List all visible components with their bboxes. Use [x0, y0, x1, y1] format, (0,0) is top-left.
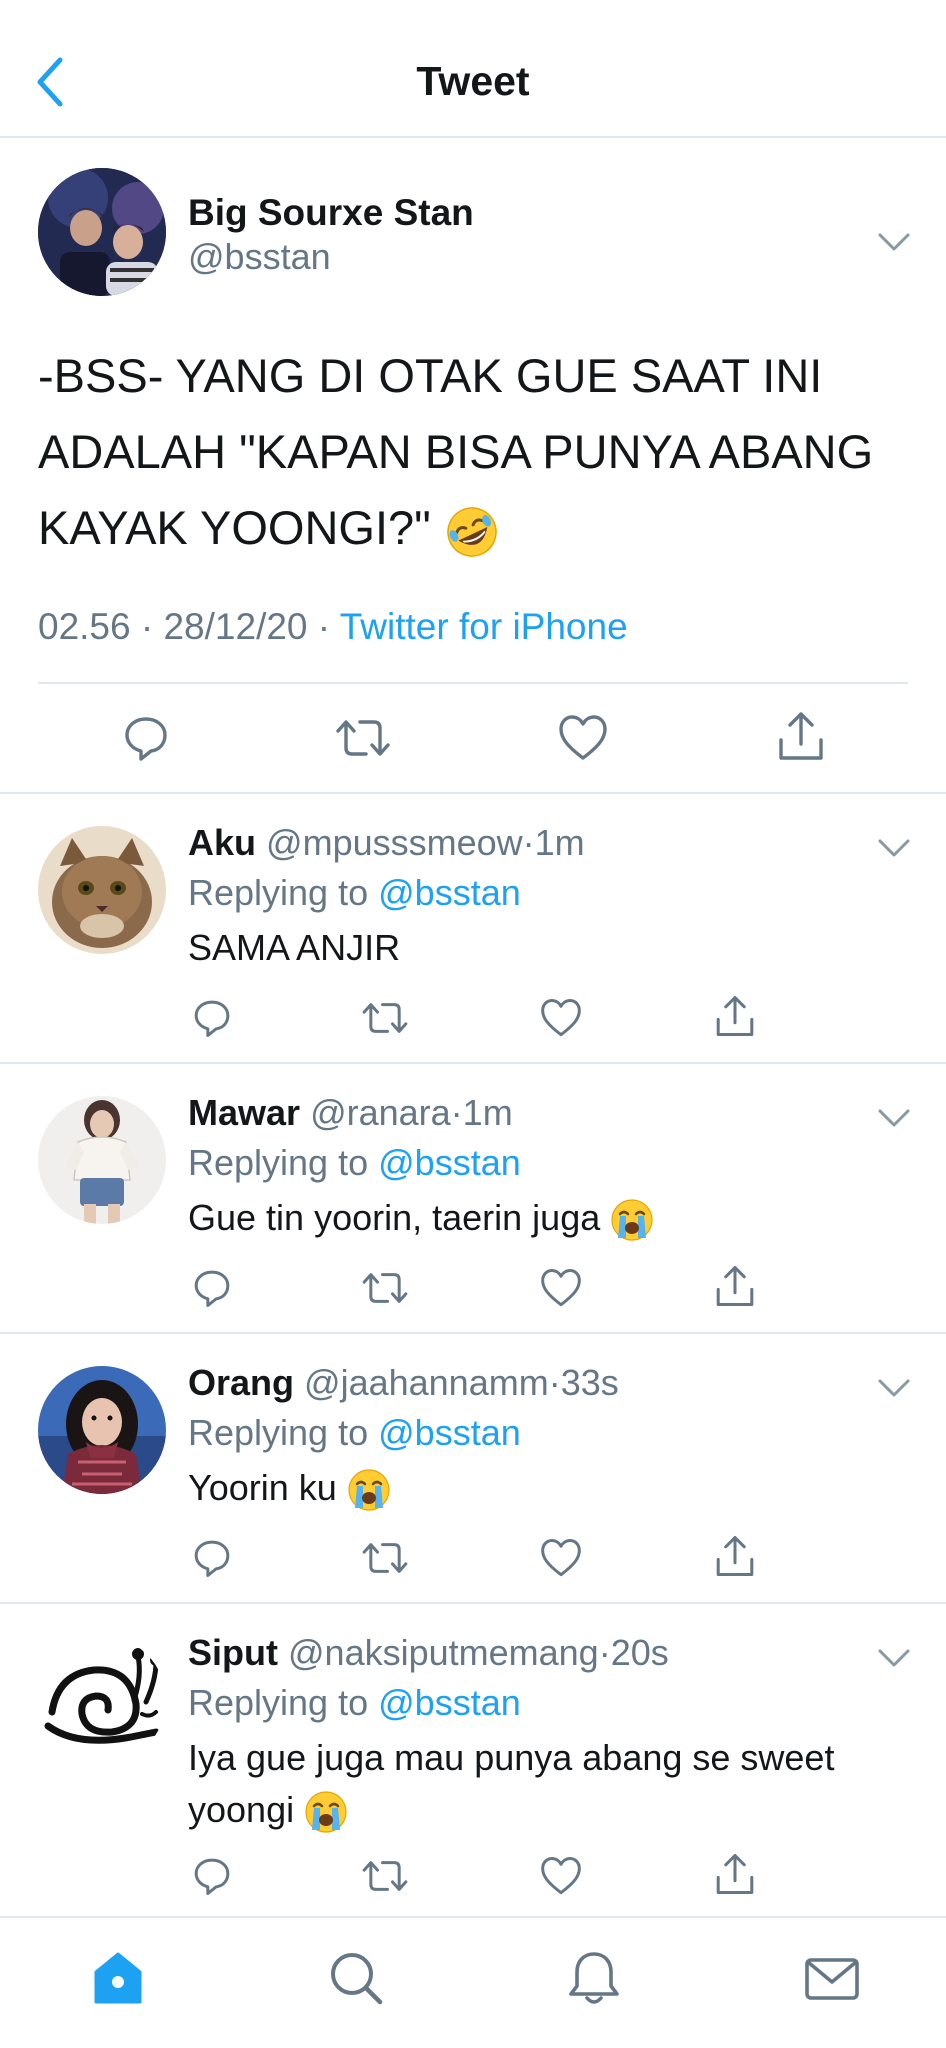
reply-time: 33s: [560, 1362, 619, 1403]
reply-icon[interactable]: [192, 998, 232, 1038]
avatar[interactable]: [38, 168, 166, 296]
share-icon[interactable]: [714, 994, 756, 1038]
reply-icon[interactable]: [192, 1538, 232, 1578]
like-icon[interactable]: [558, 714, 608, 762]
separator: ·: [522, 822, 535, 863]
source-link[interactable]: Twitter for iPhone: [340, 606, 628, 647]
chevron-down-icon[interactable]: [876, 1646, 912, 1670]
chevron-down-icon[interactable]: [876, 230, 912, 254]
retweet-icon[interactable]: [362, 998, 408, 1038]
reply-text: Yoorin ku: [188, 1462, 908, 1514]
reply-actions: [0, 1850, 946, 1910]
author-name[interactable]: Big Sourxe Stan: [188, 192, 474, 234]
author-name[interactable]: Aku: [188, 822, 256, 863]
like-icon[interactable]: [540, 1268, 582, 1308]
main-tweet: Big Sourxe Stan @bsstan -BSS- YANG DI OT…: [0, 140, 946, 794]
like-icon[interactable]: [540, 1538, 582, 1578]
reply-time: 1m: [462, 1092, 513, 1133]
share-icon[interactable]: [714, 1264, 756, 1308]
replying-to-link[interactable]: @bsstan: [378, 1682, 521, 1723]
like-icon[interactable]: [540, 998, 582, 1038]
reply-text: Iya gue juga mau punya abang se sweet yo…: [188, 1732, 908, 1836]
like-icon[interactable]: [540, 1856, 582, 1896]
author-handle[interactable]: @bsstan: [188, 236, 331, 278]
page-title: Tweet: [416, 58, 530, 104]
reply-icon[interactable]: [192, 1268, 232, 1308]
retweet-icon[interactable]: [362, 1856, 408, 1896]
author-name[interactable]: Mawar: [188, 1092, 300, 1133]
reply-text: SAMA ANJIR: [188, 927, 401, 968]
reply-icon[interactable]: [122, 714, 170, 762]
loudly-crying-emoji: [304, 1790, 348, 1834]
home-icon[interactable]: [88, 1948, 148, 2008]
replying-to-link[interactable]: @bsstan: [378, 1412, 521, 1453]
share-icon[interactable]: [776, 710, 826, 762]
separator: ·: [598, 1632, 611, 1673]
avatar[interactable]: [38, 1636, 166, 1764]
reply-tweet[interactable]: Mawar @ranara·1m Replying to @bsstan Gue…: [0, 1066, 946, 1334]
reply-actions: [0, 1532, 946, 1592]
replying-to: Replying to @bsstan: [188, 1682, 521, 1723]
author-name[interactable]: Orang: [188, 1362, 294, 1403]
author-name[interactable]: Siput: [188, 1632, 278, 1673]
reply-tweet[interactable]: Aku @mpusssmeow·1m Replying to @bsstan S…: [0, 796, 946, 1064]
reply-header: Aku @mpusssmeow·1m: [188, 822, 585, 864]
author-handle[interactable]: @jaahannamm: [304, 1362, 549, 1403]
author-handle[interactable]: @mpusssmeow: [266, 822, 523, 863]
reply-header: Orang @jaahannamm·33s: [188, 1362, 619, 1404]
reply-time: 20s: [610, 1632, 669, 1673]
search-icon[interactable]: [326, 1948, 386, 2008]
share-icon[interactable]: [714, 1534, 756, 1578]
reply-text: Gue tin yoorin, taerin juga: [188, 1192, 908, 1244]
reply-header: Mawar @ranara·1m: [188, 1092, 513, 1134]
retweet-icon[interactable]: [336, 714, 390, 762]
tweet-time: 02.56: [38, 606, 131, 647]
reply-icon[interactable]: [192, 1856, 232, 1896]
share-icon[interactable]: [714, 1852, 756, 1896]
tweet-meta: 02.56 · 28/12/20 · Twitter for iPhone: [38, 606, 628, 648]
author-handle[interactable]: @naksiputmemang: [288, 1632, 599, 1673]
tab-bar: [0, 1916, 946, 2048]
messages-icon[interactable]: [802, 1948, 862, 2008]
avatar[interactable]: [38, 826, 166, 954]
separator: ·: [450, 1092, 463, 1133]
top-bar: Tweet: [0, 0, 946, 138]
reply-tweet[interactable]: Orang @jaahannamm·33s Replying to @bssta…: [0, 1336, 946, 1604]
chevron-down-icon[interactable]: [876, 836, 912, 860]
chevron-down-icon[interactable]: [876, 1106, 912, 1130]
separator: ·: [317, 606, 331, 647]
separator: ·: [140, 606, 154, 647]
loudly-crying-emoji: [347, 1468, 391, 1512]
replying-to: Replying to @bsstan: [188, 1412, 521, 1453]
reply-header: Siput @naksiputmemang·20s: [188, 1632, 669, 1674]
avatar[interactable]: [38, 1096, 166, 1224]
retweet-icon[interactable]: [362, 1538, 408, 1578]
tweet-date: 28/12/20: [163, 606, 308, 647]
reply-time: 1m: [534, 822, 585, 863]
avatar[interactable]: [38, 1366, 166, 1494]
loudly-crying-emoji: [610, 1198, 654, 1242]
chevron-down-icon[interactable]: [876, 1376, 912, 1400]
reply-actions: [0, 992, 946, 1052]
rolling-on-floor-laughing-emoji: [444, 504, 500, 560]
reply-tweet[interactable]: Siput @naksiputmemang·20s Replying to @b…: [0, 1606, 946, 1916]
reply-actions: [0, 1262, 946, 1322]
tweet-text: -BSS- YANG DI OTAK GUE SAAT INI ADALAH "…: [38, 338, 918, 566]
tweet-actions: [0, 684, 946, 794]
author-handle[interactable]: @ranara: [310, 1092, 451, 1133]
separator: ·: [548, 1362, 561, 1403]
replying-to-link[interactable]: @bsstan: [378, 872, 521, 913]
retweet-icon[interactable]: [362, 1268, 408, 1308]
replying-to-link[interactable]: @bsstan: [378, 1142, 521, 1183]
replying-to: Replying to @bsstan: [188, 872, 521, 913]
notifications-icon[interactable]: [564, 1948, 624, 2008]
replying-to: Replying to @bsstan: [188, 1142, 521, 1183]
